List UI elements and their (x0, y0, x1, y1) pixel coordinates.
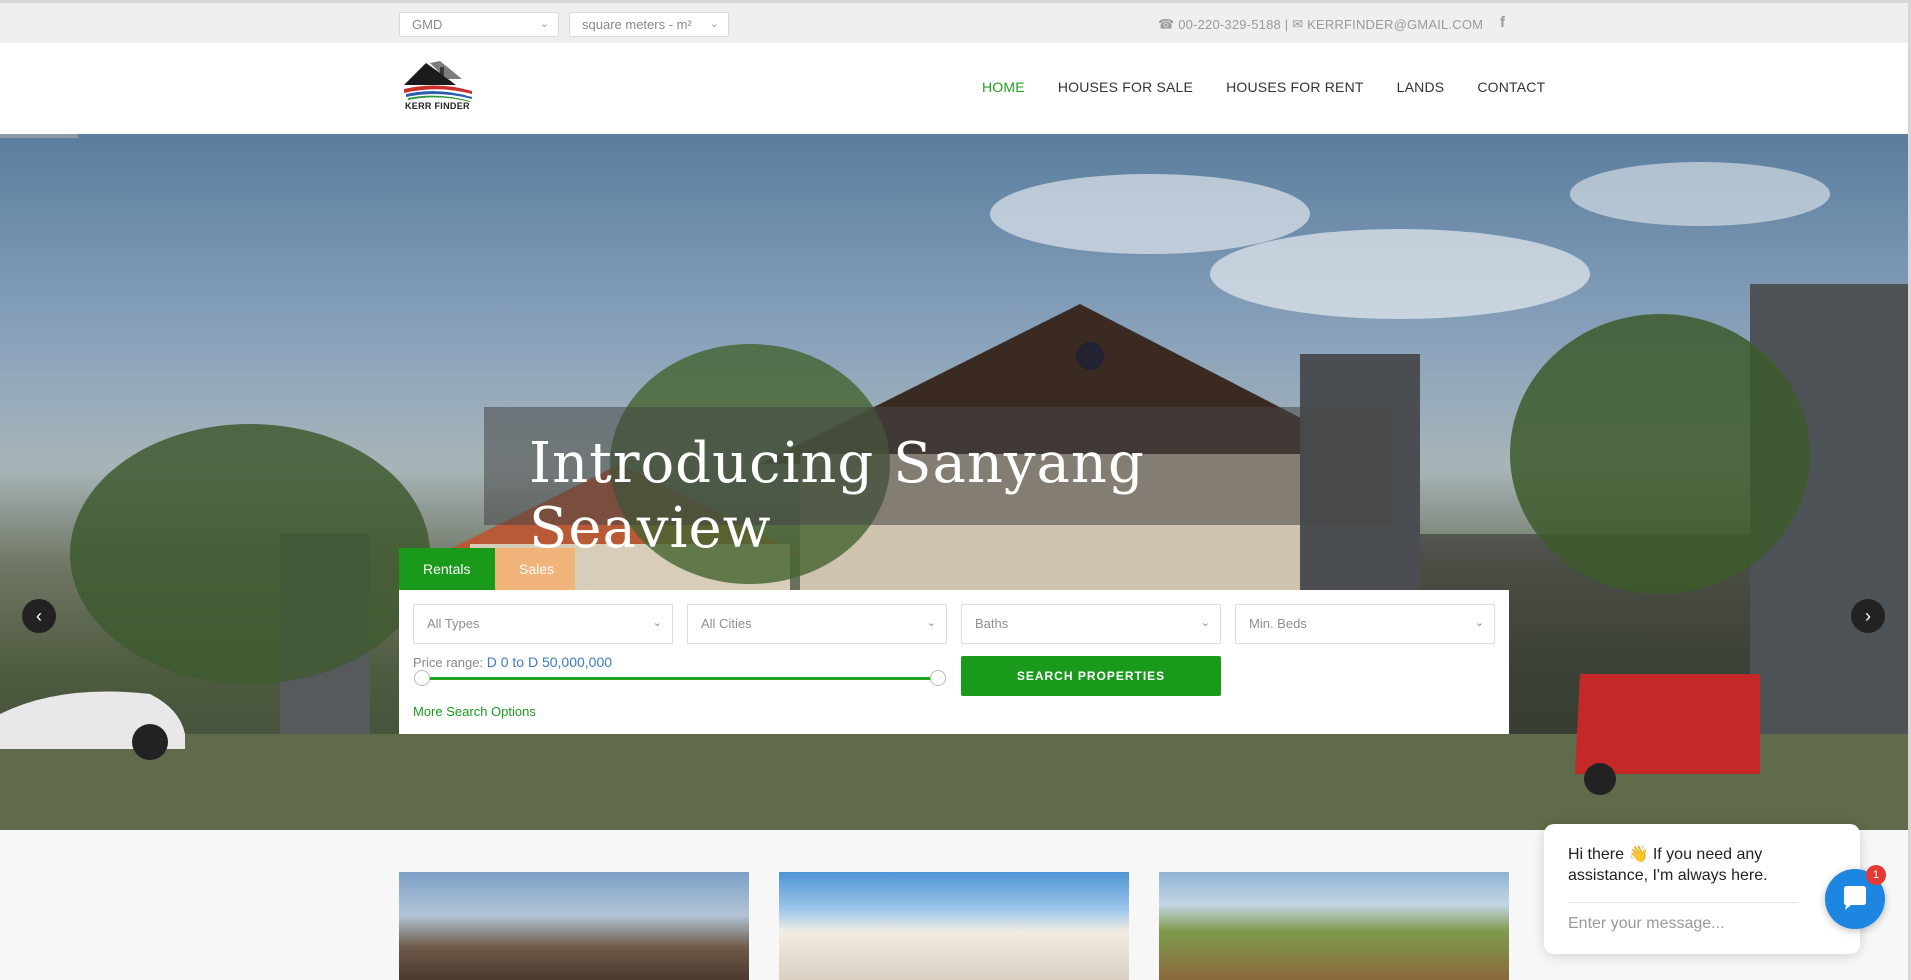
currency-value: GMD (412, 17, 443, 32)
price-range-value: D 0 to D 50,000,000 (486, 654, 613, 670)
chevron-down-icon: ⌄ (1474, 617, 1484, 629)
nav-houses-for-sale[interactable]: HOUSES FOR SALE (1058, 79, 1193, 95)
price-range-slider[interactable] (414, 670, 946, 686)
search-properties-button[interactable]: SEARCH PROPERTIES (961, 656, 1221, 696)
phone-icon: ☎ (1158, 16, 1175, 32)
beds-select[interactable]: Min. Beds ⌄ (1235, 604, 1495, 644)
hero-caption: Introducing Sanyang Seaview (484, 407, 1392, 561)
cities-select[interactable]: All Cities ⌄ (687, 604, 947, 644)
email-link[interactable]: KERRFINDER@GMAIL.COM (1307, 17, 1483, 32)
chevron-down-icon: ⌄ (539, 18, 549, 30)
chevron-down-icon: ⌄ (652, 617, 662, 629)
contact-separator: | (1284, 17, 1289, 33)
nav-contact[interactable]: CONTACT (1477, 79, 1545, 95)
house-logo-icon (404, 61, 472, 102)
property-card-image[interactable] (399, 872, 749, 980)
slider-prev-icon[interactable]: ‹ (22, 599, 56, 633)
search-tabs: Rentals Sales (399, 548, 575, 590)
site-header: KERR FINDER HOME HOUSES FOR SALE HOUSES … (0, 43, 1911, 134)
envelope-icon: ✉ (1292, 16, 1304, 32)
slider-progress-bar (0, 134, 78, 138)
property-card-image[interactable] (1159, 872, 1509, 980)
currency-select[interactable]: GMD ⌄ (399, 12, 559, 37)
main-nav: HOME HOUSES FOR SALE HOUSES FOR RENT LAN… (982, 79, 1545, 95)
chevron-down-icon: ⌄ (709, 18, 719, 30)
top-bar: GMD ⌄ square meters - m² ⌄ ☎ 00-220-329-… (0, 0, 1911, 43)
chat-message-input[interactable]: Enter your message... (1568, 915, 1725, 933)
nav-home[interactable]: HOME (982, 79, 1025, 95)
baths-select[interactable]: Baths ⌄ (961, 604, 1221, 644)
contact-info: ☎ 00-220-329-5188 | ✉ KERRFINDER@GMAIL.C… (1158, 16, 1483, 33)
price-range-label: Price range: D 0 to D 50,000,000 (413, 654, 612, 670)
types-placeholder: All Types (427, 616, 480, 631)
slider-max-handle[interactable] (930, 670, 946, 686)
tab-sales[interactable]: Sales (495, 548, 575, 590)
baths-placeholder: Baths (975, 616, 1009, 631)
unit-select[interactable]: square meters - m² ⌄ (569, 12, 729, 37)
nav-houses-for-rent[interactable]: HOUSES FOR RENT (1226, 79, 1364, 95)
chevron-down-icon: ⌄ (926, 617, 936, 629)
logo-text: KERR FINDER (405, 101, 470, 111)
slider-next-icon[interactable]: › (1851, 599, 1885, 633)
site-logo[interactable]: KERR FINDER (400, 57, 476, 115)
more-search-options-link[interactable]: More Search Options (413, 704, 536, 719)
chat-launcher-button[interactable]: 1 (1825, 865, 1886, 929)
unread-badge: 1 (1866, 865, 1886, 885)
slider-min-handle[interactable] (414, 670, 430, 686)
tab-rentals[interactable]: Rentals (399, 548, 495, 590)
types-select[interactable]: All Types ⌄ (413, 604, 673, 644)
beds-placeholder: Min. Beds (1249, 616, 1307, 631)
chat-divider (1568, 902, 1798, 903)
cities-placeholder: All Cities (701, 616, 752, 631)
price-range-text: Price range: (413, 655, 484, 670)
property-card-image[interactable] (779, 872, 1129, 980)
chevron-down-icon: ⌄ (1200, 617, 1210, 629)
phone-number[interactable]: 00-220-329-5188 (1178, 17, 1281, 32)
unit-value: square meters - m² (582, 17, 692, 32)
property-search-panel: All Types ⌄ All Cities ⌄ Baths ⌄ Min. Be… (399, 590, 1509, 734)
nav-lands[interactable]: LANDS (1397, 79, 1445, 95)
chat-greeting: Hi there 👋 If you need any assistance, I… (1568, 846, 1768, 884)
facebook-icon[interactable]: f (1500, 14, 1505, 31)
chat-popup: Hi there 👋 If you need any assistance, I… (1544, 824, 1860, 954)
hero-title: Introducing Sanyang Seaview (529, 431, 1145, 561)
